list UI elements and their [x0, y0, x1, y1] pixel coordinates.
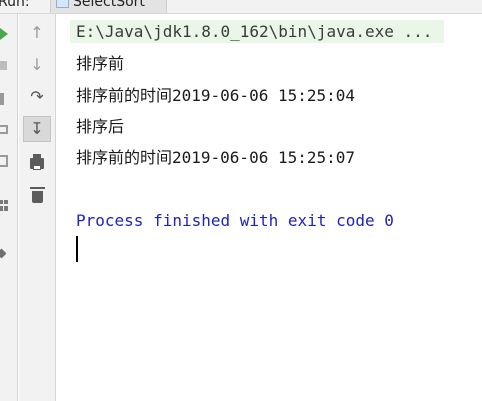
console-toolbar: ↑ ↓ ↷ ↧: [19, 14, 56, 401]
java-file-icon: [56, 0, 69, 8]
pause-icon[interactable]: [0, 93, 4, 105]
camera-icon[interactable]: [0, 125, 8, 134]
trash-icon: [29, 186, 45, 203]
login-icon[interactable]: [0, 155, 8, 167]
stop-icon[interactable]: [0, 61, 7, 70]
command-line[interactable]: E:\Java\jdk1.8.0_162\bin\java.exe ...: [76, 20, 432, 44]
up-arrow-button[interactable]: ↑: [23, 20, 51, 46]
pin-icon[interactable]: [0, 248, 7, 259]
run-config-tab[interactable]: SelectSort: [50, 0, 167, 13]
print-icon: [30, 153, 44, 170]
text-cursor: [76, 236, 78, 262]
output-line: 排序前: [76, 54, 125, 73]
soft-wrap-button[interactable]: ↷: [23, 84, 51, 110]
run-tab-label: SelectSort: [73, 0, 145, 10]
run-left-toolbar: [0, 14, 18, 401]
soft-wrap-icon: ↷: [30, 87, 44, 106]
console-output[interactable]: E:\Java\jdk1.8.0_162\bin\java.exe ... 排序…: [56, 14, 482, 401]
scroll-to-end-icon: ↧: [30, 119, 44, 138]
output-line: 排序前的时间2019-06-06 15:25:07: [76, 148, 356, 167]
output-line: 排序后: [76, 117, 125, 136]
down-arrow-icon: ↓: [30, 55, 44, 74]
process-finished-message: Process finished with exit code 0: [76, 211, 394, 230]
clear-all-button[interactable]: [23, 182, 51, 208]
down-arrow-button[interactable]: ↓: [23, 52, 51, 78]
run-icon[interactable]: [0, 28, 8, 40]
print-button[interactable]: [23, 150, 51, 176]
scroll-to-end-button[interactable]: ↧: [23, 116, 51, 142]
output-line: 排序前的时间2019-06-06 15:25:04: [76, 86, 356, 105]
run-tab-strip: Run: SelectSort: [0, 0, 482, 14]
run-panel-label: Run:: [0, 0, 30, 10]
layout-icon[interactable]: [0, 200, 8, 211]
up-arrow-icon: ↑: [30, 23, 44, 42]
